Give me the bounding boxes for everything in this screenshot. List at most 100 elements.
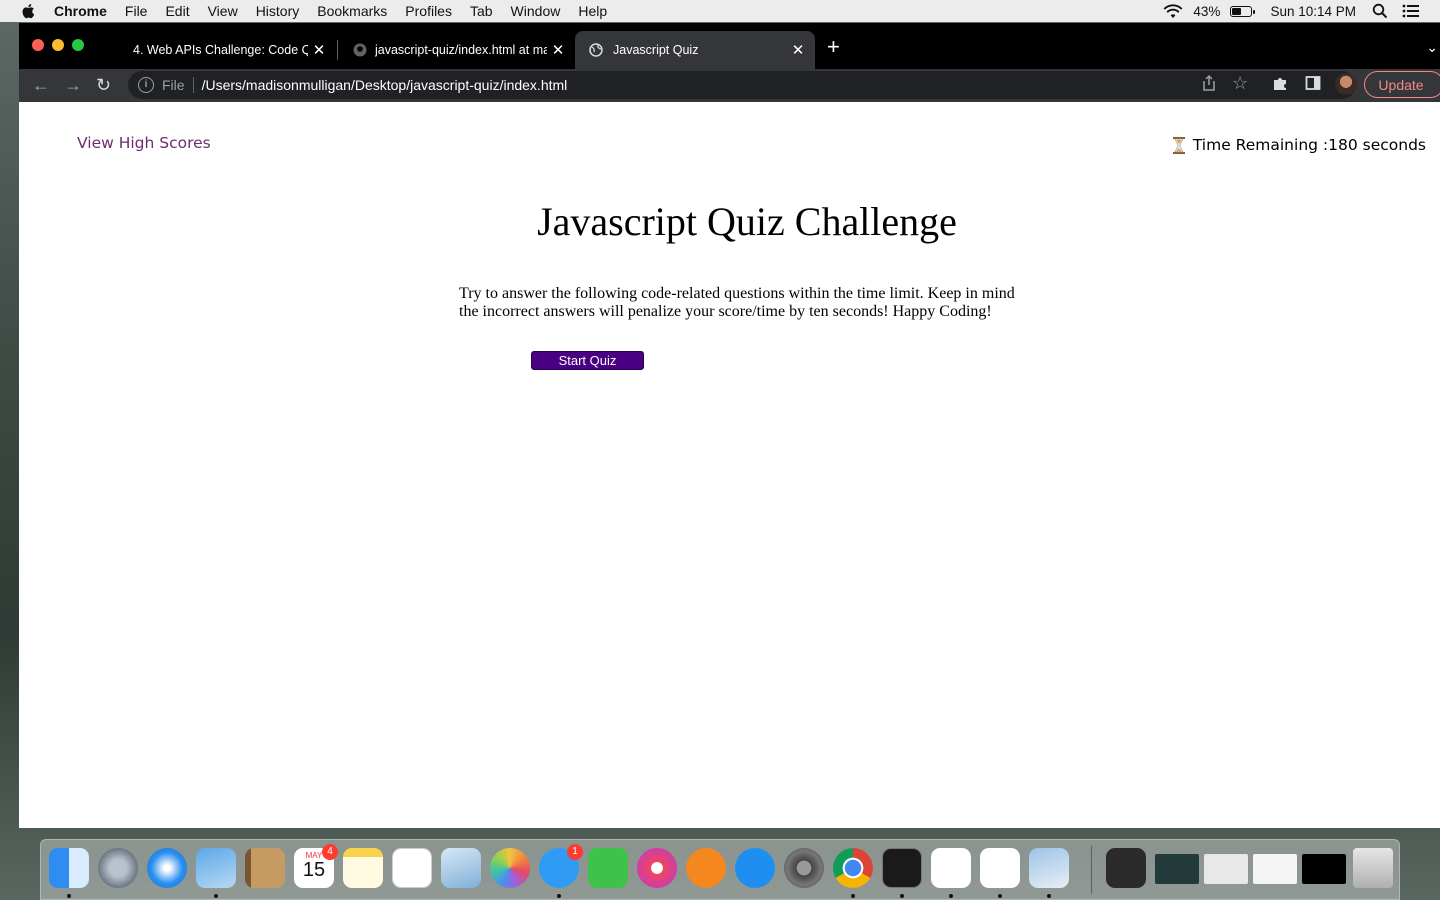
menu-window[interactable]: Window [511, 3, 561, 19]
terminal-icon[interactable] [882, 848, 922, 888]
slack-icon[interactable] [931, 848, 971, 888]
zoom-window-button[interactable] [72, 39, 84, 51]
messages-badge: 1 [567, 844, 583, 860]
dock: MAY 15 4 1 [40, 839, 1400, 900]
calendar-badge: 4 [322, 844, 338, 860]
apple-icon[interactable] [20, 2, 38, 20]
menu-bar: Chrome File Edit View History Bookmarks … [0, 0, 1440, 22]
calendar-icon[interactable]: MAY 15 4 [294, 844, 338, 888]
minimized-window-1[interactable] [1155, 854, 1199, 884]
running-indicator [851, 894, 855, 898]
tab-title: Javascript Quiz [613, 43, 699, 57]
running-indicator [949, 894, 953, 898]
reminders-icon[interactable] [392, 848, 432, 888]
spotlight-search-icon[interactable] [1372, 3, 1388, 19]
browser-toolbar: ← → ↻ i File /Users/madisonmulligan/Desk… [19, 69, 1440, 102]
dock-separator [1091, 846, 1092, 894]
battery-icon[interactable] [1230, 5, 1256, 17]
running-indicator [67, 894, 71, 898]
trash-icon[interactable] [1353, 848, 1393, 888]
quiz-title: Javascript Quiz Challenge [537, 199, 957, 244]
notes-icon[interactable] [343, 848, 383, 888]
running-indicator [998, 894, 1002, 898]
address-divider [192, 77, 194, 93]
safari-icon[interactable] [147, 848, 187, 888]
quiz-intro-text: Try to answer the following code-related… [459, 285, 1015, 320]
menu-tab[interactable]: Tab [470, 3, 493, 19]
github-icon [353, 43, 367, 57]
hourglass-icon [1172, 136, 1185, 154]
close-tab-icon[interactable]: ✕ [547, 41, 569, 59]
bookmark-star-icon[interactable]: ☆ [1232, 73, 1248, 94]
address-bar[interactable]: i File /Users/madisonmulligan/Desktop/ja… [128, 71, 1356, 99]
menu-view[interactable]: View [208, 3, 238, 19]
system-preferences-icon[interactable] [784, 848, 824, 888]
preview-icon[interactable] [441, 848, 481, 888]
minimized-window-2[interactable] [1204, 854, 1248, 884]
menu-file[interactable]: File [125, 3, 148, 19]
menu-edit[interactable]: Edit [165, 3, 189, 19]
photos-icon[interactable] [490, 848, 530, 888]
back-arrow-icon[interactable]: ← [32, 75, 50, 95]
running-indicator [900, 894, 904, 898]
tab-web-apis-challenge[interactable]: 4. Web APIs Challenge: Code Quiz ✕ [119, 31, 336, 69]
minimized-window-4[interactable] [1302, 854, 1346, 884]
update-label: Update [1378, 76, 1424, 93]
start-quiz-button[interactable]: Start Quiz [531, 351, 644, 370]
battery-percent: 43% [1193, 3, 1221, 19]
extensions-puzzle-icon[interactable] [1272, 75, 1288, 91]
update-button[interactable]: Update [1364, 71, 1440, 98]
mail-icon[interactable] [196, 848, 236, 888]
profile-avatar[interactable] [1335, 73, 1357, 95]
close-tab-icon[interactable]: ✕ [308, 41, 330, 59]
finder-icon[interactable] [49, 848, 89, 888]
tab-github-index[interactable]: javascript-quiz/index.html at main ✕ [339, 31, 575, 69]
status-area: 43% Sun 10:14 PM [1163, 0, 1420, 22]
running-indicator [214, 894, 218, 898]
side-panel-icon[interactable] [1305, 75, 1321, 91]
clock[interactable]: Sun 10:14 PM [1270, 4, 1356, 19]
minimize-window-button[interactable] [52, 39, 64, 51]
notification-center-icon[interactable] [1402, 4, 1420, 18]
minimized-window-3[interactable] [1253, 854, 1297, 884]
chrome-icon[interactable] [833, 848, 873, 888]
tab-title: 4. Web APIs Challenge: Code Quiz [133, 43, 308, 57]
facetime-icon[interactable] [588, 848, 628, 888]
vscode-icon[interactable] [980, 848, 1020, 888]
wifi-icon[interactable] [1163, 4, 1183, 19]
share-icon[interactable] [1202, 75, 1216, 91]
tab-title: javascript-quiz/index.html at main [375, 43, 547, 57]
globe-icon [589, 43, 603, 57]
address-scheme: File [162, 77, 185, 93]
image-capture-icon[interactable] [1029, 848, 1069, 888]
tab-strip: 4. Web APIs Challenge: Code Quiz ✕ javas… [19, 23, 1440, 69]
forward-arrow-icon[interactable]: → [64, 75, 82, 95]
view-high-scores-link[interactable]: View High Scores [77, 134, 211, 152]
messages-icon[interactable]: 1 [539, 844, 583, 888]
app-store-icon[interactable] [735, 848, 775, 888]
new-tab-plus-icon[interactable]: + [827, 36, 840, 58]
books-icon[interactable] [686, 848, 726, 888]
launchpad-icon[interactable] [98, 848, 138, 888]
address-url[interactable]: /Users/madisonmulligan/Desktop/javascrip… [202, 77, 568, 93]
menu-profiles[interactable]: Profiles [405, 3, 452, 19]
menu-help[interactable]: Help [578, 3, 607, 19]
chevron-down-icon[interactable]: ⌄ [1426, 39, 1438, 56]
running-indicator [1047, 894, 1051, 898]
downloads-stack-icon[interactable] [1106, 848, 1146, 888]
timer: Time Remaining :180 seconds [1172, 136, 1426, 154]
menu-app-name[interactable]: Chrome [54, 3, 107, 19]
page-content: View High Scores Time Remaining :180 sec… [19, 102, 1440, 828]
timer-text: Time Remaining :180 seconds [1192, 136, 1426, 154]
tab-separator [337, 40, 338, 60]
menu-bookmarks[interactable]: Bookmarks [317, 3, 387, 19]
tab-javascript-quiz[interactable]: Javascript Quiz ✕ [575, 31, 815, 69]
close-tab-icon[interactable]: ✕ [787, 41, 809, 59]
reload-icon[interactable]: ↻ [96, 75, 111, 95]
music-icon[interactable] [637, 848, 677, 888]
close-window-button[interactable] [32, 39, 44, 51]
site-info-icon[interactable]: i [138, 77, 154, 93]
contacts-icon[interactable] [245, 848, 285, 888]
menu-history[interactable]: History [256, 3, 300, 19]
calendar-day: 15 [302, 859, 326, 881]
